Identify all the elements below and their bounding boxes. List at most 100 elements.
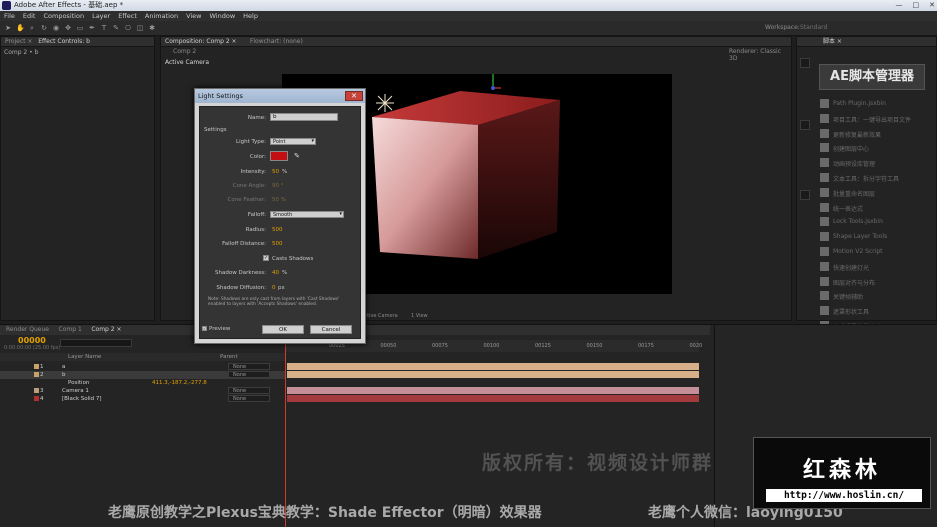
layer-label-color[interactable] <box>34 388 39 393</box>
eyedropper-icon[interactable]: ✎ <box>294 152 300 160</box>
menu-view[interactable]: View <box>186 11 201 21</box>
menu-animation[interactable]: Animation <box>145 11 178 21</box>
workspace-select[interactable]: Standard <box>800 24 827 31</box>
tab-flowchart[interactable]: Flowchart: (none) <box>250 38 303 45</box>
script-list-item[interactable]: Path Plugin.jsxbin <box>819 97 929 111</box>
script-list-item[interactable]: Motion V2 Script <box>819 245 929 259</box>
layer-duration-bar[interactable] <box>287 395 699 402</box>
tab-comp-2[interactable]: Comp 2 × <box>91 326 121 333</box>
menu-effect[interactable]: Effect <box>118 11 137 21</box>
menu-composition[interactable]: Composition <box>43 11 84 21</box>
menu-help[interactable]: Help <box>243 11 258 21</box>
tab-composition[interactable]: Composition: Comp 2 × <box>165 38 237 45</box>
shadow-darkness-value[interactable]: 40 <box>272 270 279 276</box>
current-timecode[interactable]: 00000 <box>18 336 46 345</box>
script-list-item[interactable]: 创建图层中心 <box>819 141 929 155</box>
script-list-item[interactable]: 动画预设库管理 <box>819 156 929 170</box>
falloff-select[interactable]: Smooth <box>270 211 344 218</box>
menu-layer[interactable]: Layer <box>92 11 110 21</box>
layer-name[interactable]: Camera 1 <box>62 387 89 395</box>
layer-duration-bar[interactable] <box>287 387 699 394</box>
camera-tool-icon[interactable]: ◉ <box>52 24 60 32</box>
preview-checkbox[interactable]: ✓ <box>202 326 207 331</box>
brush-tool-icon[interactable]: ✎ <box>112 24 120 32</box>
layer-row[interactable]: 1 a None <box>0 363 285 371</box>
zoom-tool-icon[interactable]: ⌕ <box>28 24 36 32</box>
script-list-item[interactable]: 关键帧辅助 <box>819 289 929 303</box>
pan-behind-tool-icon[interactable]: ✥ <box>64 24 72 32</box>
light-color-swatch[interactable] <box>270 151 288 161</box>
tab-effect-controls[interactable]: Effect Controls: b <box>38 38 90 45</box>
side-button-2[interactable] <box>800 120 810 130</box>
script-list-item[interactable]: 文本工具：拆分字符工具 <box>819 171 929 185</box>
eraser-tool-icon[interactable]: ◫ <box>136 24 144 32</box>
view-menu[interactable]: Active Camera <box>361 313 398 319</box>
close-window-button[interactable]: ✕ <box>929 0 935 11</box>
script-list-item[interactable]: 项目工具：一键导出项目文件 <box>819 112 929 126</box>
layer-parent-select[interactable]: None <box>228 371 270 378</box>
layer-label-color[interactable] <box>34 372 39 377</box>
dialog-close-button[interactable]: ✕ <box>345 91 363 101</box>
side-button-1[interactable] <box>800 58 810 68</box>
type-tool-icon[interactable]: T <box>100 24 108 32</box>
comp-subtab[interactable]: Comp 2 <box>173 48 196 55</box>
script-list-item-label: 快速创建灯光 <box>833 264 870 272</box>
position-value[interactable]: 411.3,-187.2,-277.8 <box>152 379 207 387</box>
name-input[interactable]: b <box>270 113 338 121</box>
view-count-menu[interactable]: 1 View <box>411 313 428 319</box>
layer-name[interactable]: b <box>62 371 66 379</box>
script-list-item-label: 关键帧辅助 <box>833 294 864 302</box>
intensity-value[interactable]: 50 <box>272 169 279 175</box>
layer-parent-select[interactable]: None <box>228 363 270 370</box>
menu-edit[interactable]: Edit <box>23 11 36 21</box>
cancel-button[interactable]: Cancel <box>310 325 352 334</box>
layer-row[interactable]: 2 b None <box>0 371 285 379</box>
tab-project[interactable]: Project × <box>5 38 32 45</box>
radius-value[interactable]: 500 <box>272 227 283 233</box>
script-list-item[interactable]: 更新修复最新效果 <box>819 127 929 141</box>
side-button-3[interactable] <box>800 190 810 200</box>
axis-gizmo-icon[interactable] <box>490 74 501 90</box>
rotate-tool-icon[interactable]: ↻ <box>40 24 48 32</box>
renderer-label[interactable]: Renderer: Classic 3D <box>729 48 791 62</box>
layer-name[interactable]: [Black Solid 7] <box>62 395 102 403</box>
menu-file[interactable]: File <box>4 11 15 21</box>
script-list-item[interactable]: 遮罩形状工具 <box>819 304 929 318</box>
script-list-item[interactable]: 统一表达式 <box>819 201 929 215</box>
shadow-diffusion-value[interactable]: 0 <box>272 285 276 291</box>
script-list-item[interactable]: 图层对齐与分布 <box>819 275 929 289</box>
layer-row[interactable]: 4 [Black Solid 7] None <box>0 395 285 403</box>
pen-tool-icon[interactable]: ✒ <box>88 24 96 32</box>
shape-tool-icon[interactable]: ▭ <box>76 24 84 32</box>
layer-label-color[interactable] <box>34 364 39 369</box>
light-point-icon[interactable] <box>376 94 394 112</box>
hand-tool-icon[interactable]: ✋ <box>16 24 25 32</box>
ok-button[interactable]: OK <box>262 325 304 334</box>
layer-search-input[interactable] <box>60 339 132 347</box>
minimize-button[interactable]: — <box>896 0 903 11</box>
playhead[interactable] <box>285 340 286 527</box>
layer-duration-bar[interactable] <box>287 363 699 370</box>
layer-parent-select[interactable]: None <box>228 395 270 402</box>
layer-label-color[interactable] <box>34 396 39 401</box>
tab-render-queue[interactable]: Render Queue <box>6 326 49 333</box>
layer-duration-bar[interactable] <box>287 371 699 378</box>
puppet-tool-icon[interactable]: ✱ <box>148 24 156 32</box>
selection-tool-icon[interactable]: ➤ <box>4 24 12 32</box>
script-list-item[interactable]: 批量重命名图层 <box>819 186 929 200</box>
script-list-item[interactable]: 快速创建灯光 <box>819 260 929 274</box>
layer-parent-select[interactable]: None <box>228 387 270 394</box>
menu-window[interactable]: Window <box>210 11 236 21</box>
light-type-select[interactable]: Point <box>270 138 316 145</box>
layer-row[interactable]: 3 Camera 1 None <box>0 387 285 395</box>
maximize-button[interactable]: □ <box>913 0 920 11</box>
casts-shadows-checkbox[interactable]: ✓ <box>263 255 269 261</box>
script-list-item[interactable]: Lock Tools.jsxbin <box>819 215 929 229</box>
tab-comp-1[interactable]: Comp 1 <box>59 326 82 333</box>
script-list-item[interactable]: Shape Layer Tools <box>819 230 929 244</box>
stamp-tool-icon[interactable]: ⎔ <box>124 24 132 32</box>
layer-name[interactable]: a <box>62 363 65 371</box>
position-property-row[interactable]: Position 411.3,-187.2,-277.8 <box>0 379 285 387</box>
falloff-distance-value[interactable]: 500 <box>272 241 283 247</box>
tab-scripts[interactable]: 脚本 × <box>823 38 842 45</box>
